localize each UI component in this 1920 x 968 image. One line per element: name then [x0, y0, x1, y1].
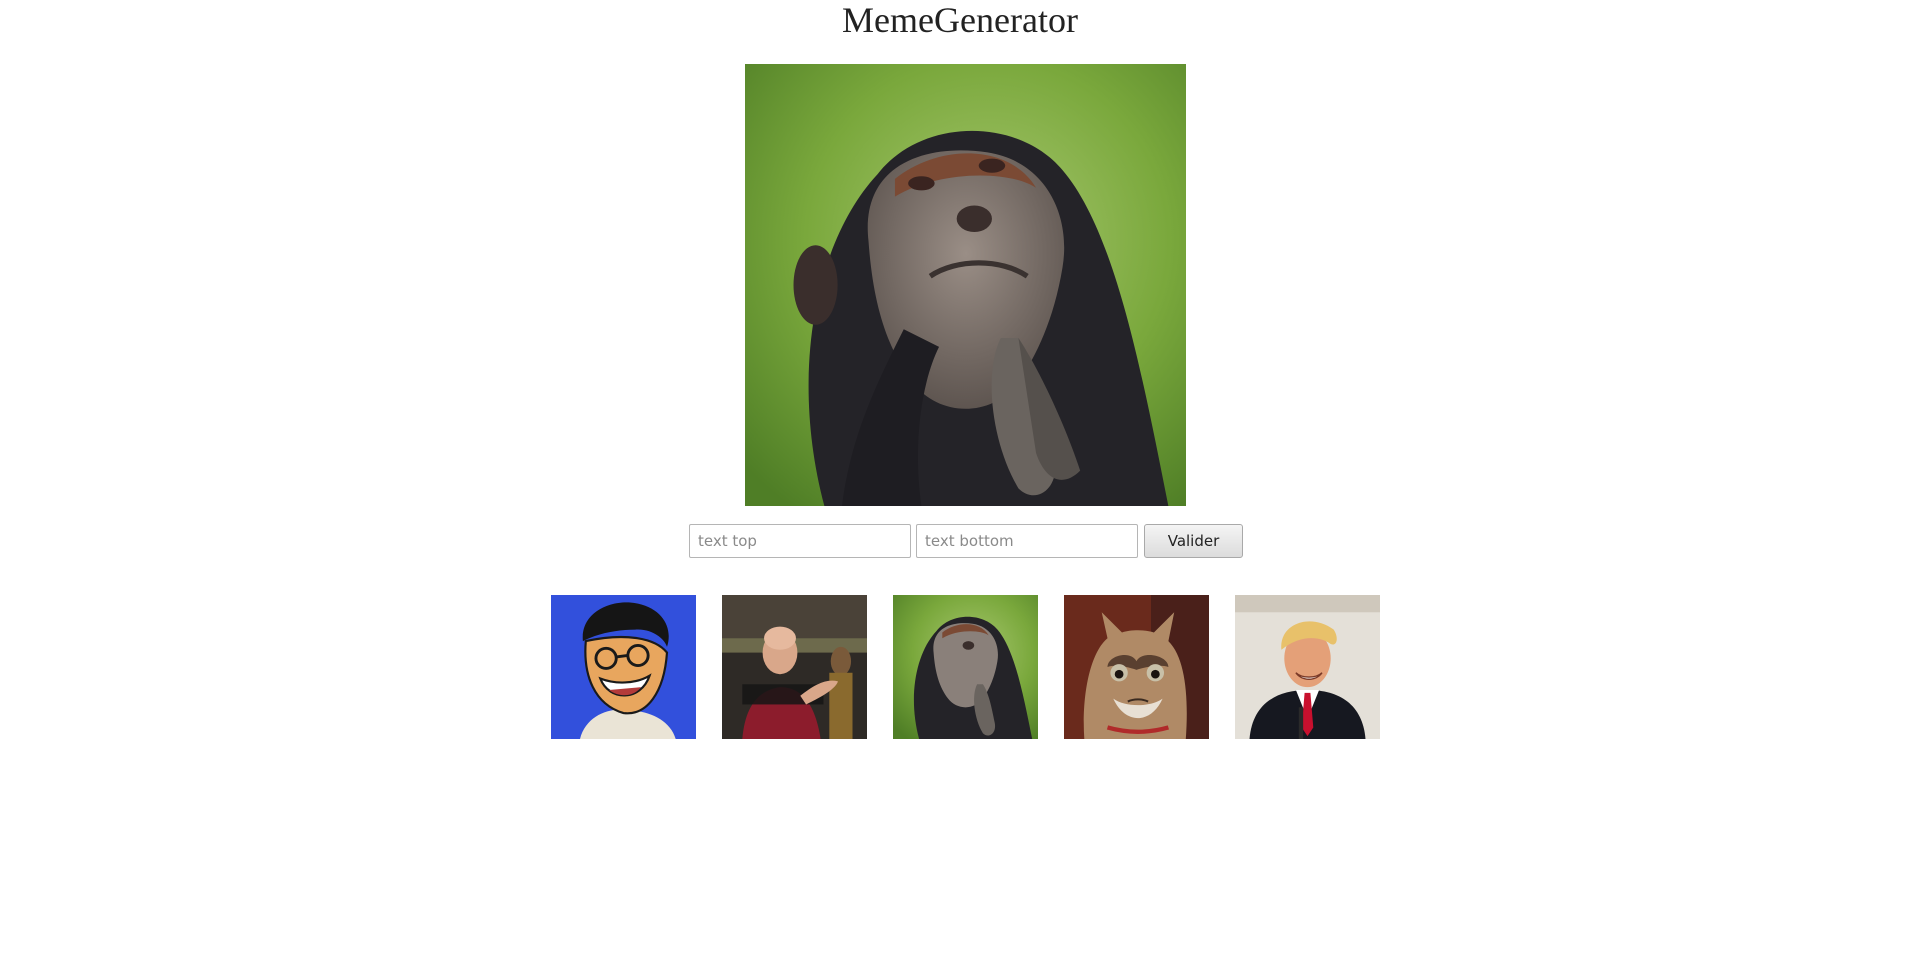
- meme-gallery: [551, 595, 1380, 739]
- meme-thumbnail-captain[interactable]: [722, 595, 867, 739]
- top-text-input[interactable]: [689, 524, 911, 558]
- bottom-text-input[interactable]: [916, 524, 1138, 558]
- meme-thumbnail-chimpanzee[interactable]: [893, 595, 1038, 739]
- meme-thumbnail-grumpy-cat[interactable]: [1064, 595, 1209, 739]
- meme-thumbnail-cartoon[interactable]: [551, 595, 696, 739]
- meme-text-form: Valider: [689, 524, 1243, 558]
- meme-thumbnail-politician[interactable]: [1235, 595, 1380, 739]
- meme-preview-image: [745, 64, 1186, 506]
- validate-button[interactable]: Valider: [1144, 524, 1243, 558]
- page-title: MemeGenerator: [842, 0, 1078, 40]
- meme-generator-page: MemeGenerator text top text bottom Valid…: [0, 0, 1920, 968]
